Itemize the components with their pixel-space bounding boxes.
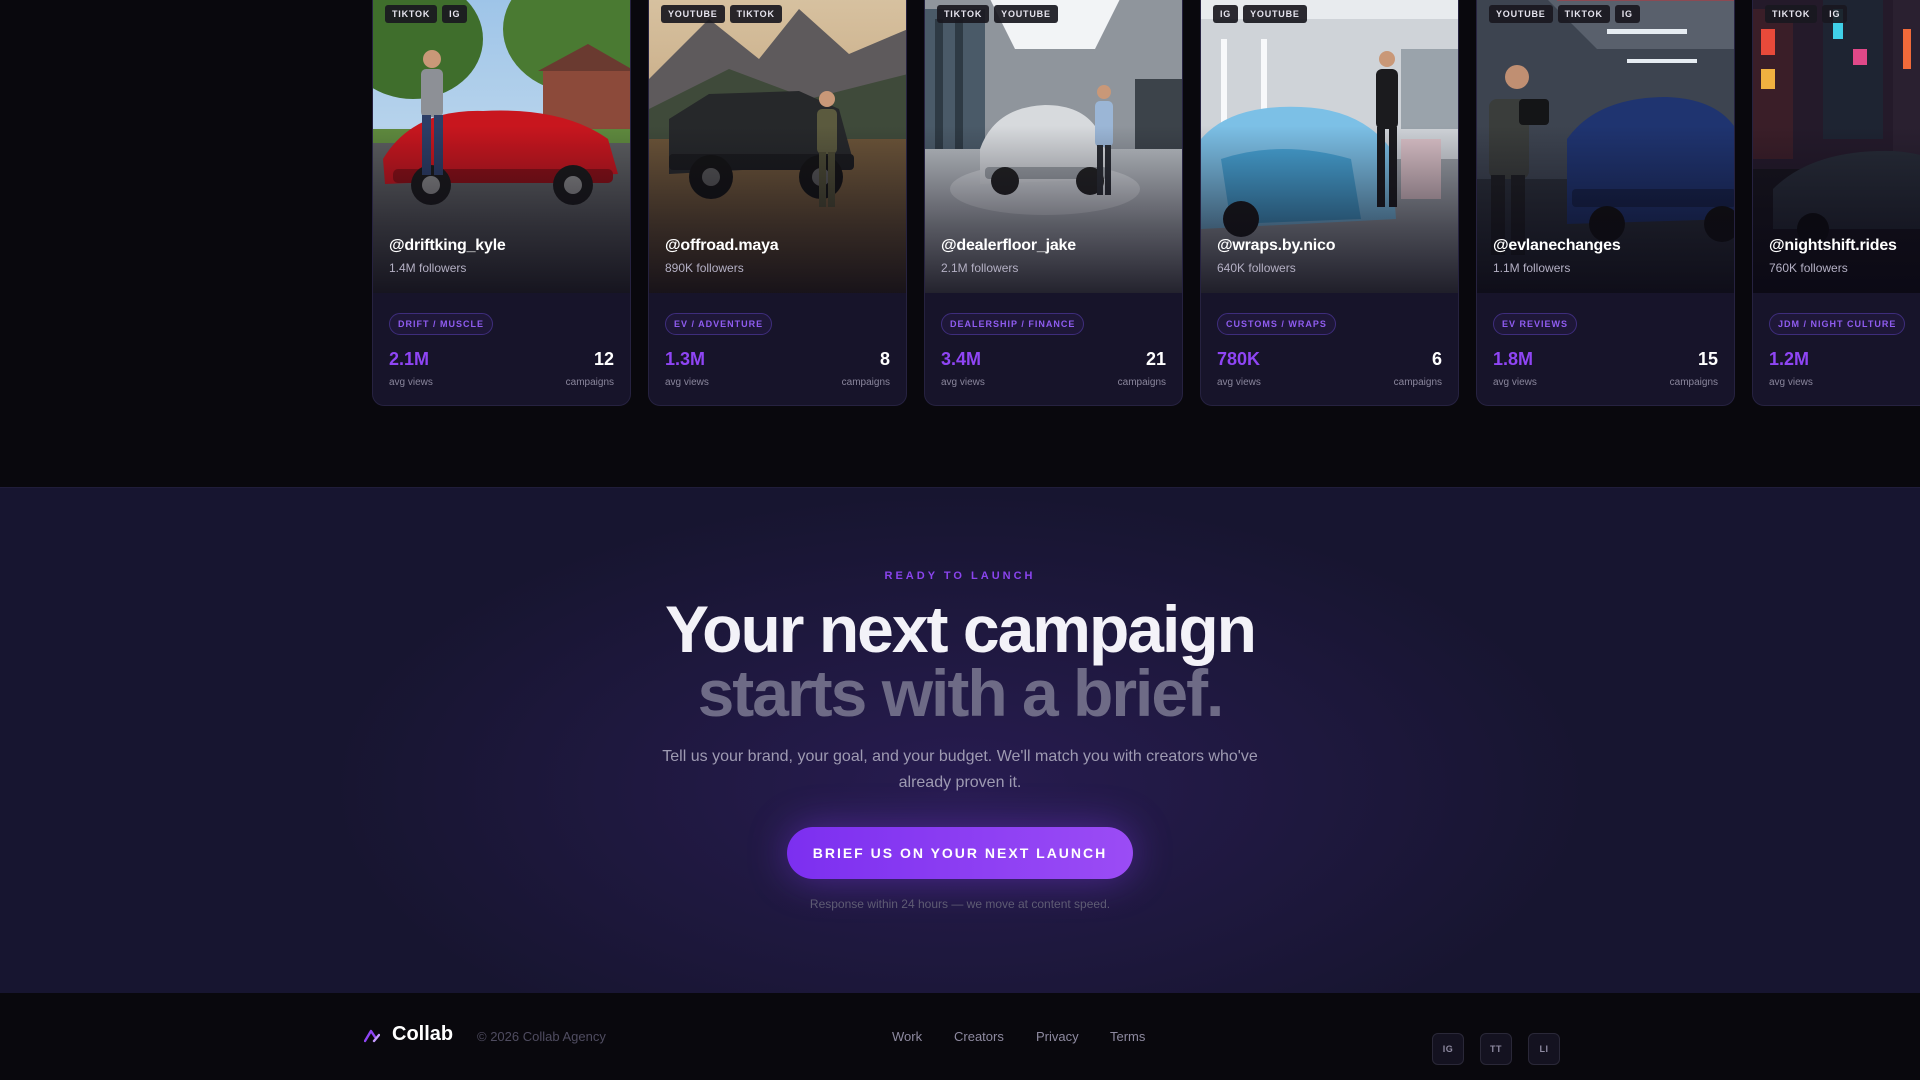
creator-handle[interactable]: @offroad.maya <box>665 237 779 255</box>
platform-chip-youtube: YOUTUBE <box>994 5 1058 23</box>
campaigns-label: campaigns <box>565 377 614 388</box>
avg-views-value: 3.4M <box>941 349 982 369</box>
footer-link-work[interactable]: Work <box>892 1029 922 1044</box>
creator-cards-section: TIKTOK IG @driftking_kyle 1.4M followers… <box>0 0 1920 487</box>
creator-card-driftking-kyle[interactable]: TIKTOK IG @driftking_kyle 1.4M followers… <box>372 0 631 406</box>
niche-badge: JDM / NIGHT CULTURE <box>1769 313 1906 335</box>
footer-link-creators[interactable]: Creators <box>954 1029 1004 1044</box>
niche-badge: DRIFT / MUSCLE <box>389 313 493 335</box>
creator-handle[interactable]: @driftking_kyle <box>389 237 506 255</box>
avg-views-value: 1.2M <box>1769 349 1810 369</box>
campaigns-value: 15 <box>1697 349 1718 369</box>
creator-followers: 2.1M followers <box>941 261 1019 275</box>
cta-eyebrow: READY TO LAUNCH <box>884 570 1036 582</box>
campaigns-value: 21 <box>1145 349 1166 369</box>
platform-chip-tiktok: TIKTOK <box>385 5 438 23</box>
campaigns-label: campaigns <box>1393 377 1442 388</box>
avg-views-label: avg views <box>389 377 433 388</box>
platform-chips: YOUTUBE TIKTOK IG <box>1489 5 1640 23</box>
creator-handle[interactable]: @nightshift.rides <box>1769 237 1897 255</box>
avg-views-label: avg views <box>1217 377 1261 388</box>
platform-chip-ig: IG <box>1822 5 1848 23</box>
platform-chip-tiktok: TIKTOK <box>937 5 990 23</box>
footer-link-terms[interactable]: Terms <box>1110 1029 1145 1044</box>
cta-headline-line1: Your next campaign <box>665 592 1257 666</box>
niche-badge: DEALERSHIP / FINANCE <box>941 313 1085 335</box>
platform-chip-youtube: YOUTUBE <box>1489 5 1553 23</box>
creator-followers: 1.4M followers <box>389 261 467 275</box>
copyright: © 2026 Collab Agency <box>477 1029 606 1044</box>
creator-followers: 640K followers <box>1217 261 1296 275</box>
platform-chip-ig: IG <box>1614 5 1640 23</box>
platform-chip-ig: IG <box>442 5 468 23</box>
campaigns-value: 12 <box>593 349 614 369</box>
avg-views-label: avg views <box>1493 377 1537 388</box>
instagram-icon[interactable]: IG <box>1432 1033 1464 1065</box>
platform-chip-tiktok: TIKTOK <box>1557 5 1610 23</box>
collab-logo-icon[interactable] <box>364 1029 380 1043</box>
avg-views-value: 1.8M <box>1493 349 1534 369</box>
creator-card-nightshift-rides[interactable]: TIKTOK IG @nightshift.rides 760K followe… <box>1752 0 1920 406</box>
avg-views-value: 2.1M <box>389 349 430 369</box>
platform-chip-tiktok: TIKTOK <box>729 5 782 23</box>
footer-link-privacy[interactable]: Privacy <box>1036 1029 1079 1044</box>
platform-chip-youtube: YOUTUBE <box>661 5 725 23</box>
brand-name[interactable]: Collab <box>392 1023 453 1046</box>
cta-headline-line2: starts with a brief. <box>697 656 1225 730</box>
platform-chips: TIKTOK YOUTUBE <box>937 5 1058 23</box>
avg-views-value: 780K <box>1217 349 1261 369</box>
platform-chips: TIKTOK IG <box>1765 5 1848 23</box>
niche-badge: EV / ADVENTURE <box>665 313 773 335</box>
campaigns-value: 6 <box>1431 349 1442 369</box>
linkedin-icon[interactable]: LI <box>1528 1033 1560 1065</box>
avg-views-label: avg views <box>1769 377 1813 388</box>
creator-handle[interactable]: @evlanechanges <box>1493 237 1621 255</box>
platform-chips: YOUTUBE TIKTOK <box>661 5 782 23</box>
platform-chip-youtube: YOUTUBE <box>1243 5 1307 23</box>
niche-badge: CUSTOMS / WRAPS <box>1217 313 1336 335</box>
creator-handle[interactable]: @wraps.by.nico <box>1217 237 1336 255</box>
response-note: Response within 24 hours — we move at co… <box>809 897 1111 911</box>
campaigns-label: campaigns <box>1117 377 1166 388</box>
brief-us-button[interactable]: BRIEF US ON YOUR NEXT LAUNCH <box>787 827 1133 879</box>
platform-chip-ig: IG <box>1213 5 1239 23</box>
avg-views-label: avg views <box>941 377 985 388</box>
avg-views-label: avg views <box>665 377 709 388</box>
creator-card-offroad-maya[interactable]: YOUTUBE TIKTOK @offroad.maya 890K follow… <box>648 0 907 406</box>
creator-followers: 1.1M followers <box>1493 261 1571 275</box>
creator-handle[interactable]: @dealerfloor_jake <box>941 237 1076 255</box>
creator-card-dealerfloor-jake[interactable]: TIKTOK YOUTUBE @dealerfloor_jake 2.1M fo… <box>924 0 1183 406</box>
campaigns-label: campaigns <box>1669 377 1718 388</box>
niche-badge: EV REVIEWS <box>1493 313 1578 335</box>
creator-followers: 760K followers <box>1769 261 1848 275</box>
page: TIKTOK IG @driftking_kyle 1.4M followers… <box>0 0 1920 1080</box>
cta-section: READY TO LAUNCH Your next campaign start… <box>0 487 1920 993</box>
footer: Collab © 2026 Collab Agency Work Creator… <box>0 993 1920 1080</box>
campaigns-value: 8 <box>879 349 890 369</box>
campaigns-label: campaigns <box>841 377 890 388</box>
platform-chips: IG YOUTUBE <box>1213 5 1307 23</box>
platform-chip-tiktok: TIKTOK <box>1765 5 1818 23</box>
platform-chips: TIKTOK IG <box>385 5 468 23</box>
tiktok-icon[interactable]: TT <box>1480 1033 1512 1065</box>
creator-followers: 890K followers <box>665 261 744 275</box>
creator-card-wraps-by-nico[interactable]: IG YOUTUBE @wraps.by.nico 640K followers… <box>1200 0 1459 406</box>
creator-card-evlanechanges[interactable]: YOUTUBE TIKTOK IG @evlanechanges 1.1M fo… <box>1476 0 1735 406</box>
cta-subcopy: Tell us your brand, your goal, and your … <box>662 748 1258 791</box>
avg-views-value: 1.3M <box>665 349 706 369</box>
